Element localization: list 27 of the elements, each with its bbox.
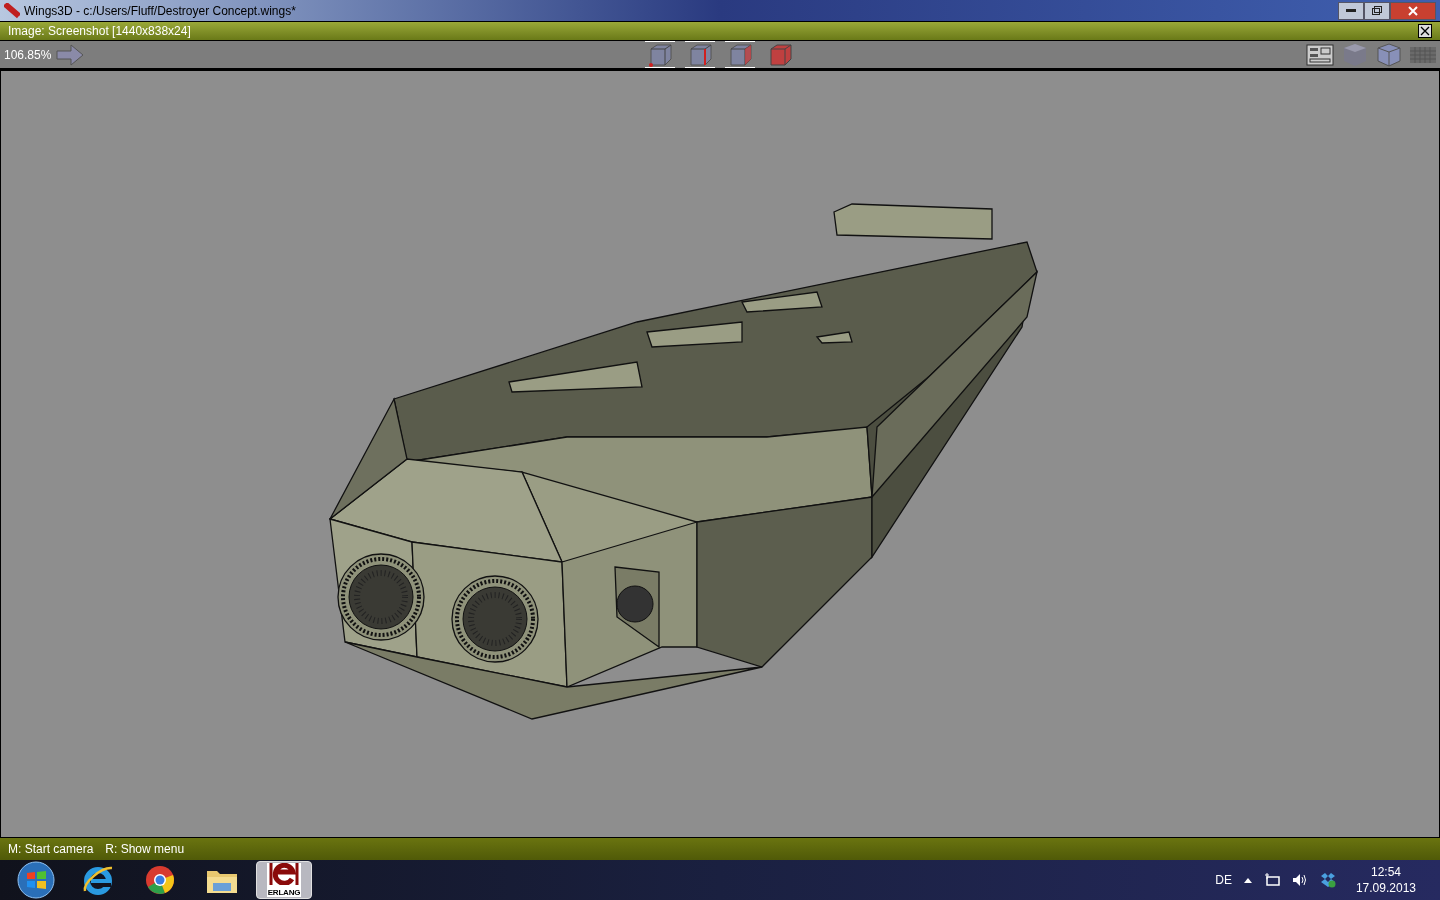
e-letter-icon [269, 863, 299, 885]
chrome-icon[interactable] [145, 865, 175, 895]
image-window-title: Image: Screenshot [1440x838x24] [8, 23, 191, 40]
box-icon[interactable] [1319, 872, 1336, 888]
network-icon[interactable] [1263, 873, 1280, 887]
close-icon [1420, 26, 1430, 36]
status-hint: M: Start camera [8, 841, 94, 858]
wings-logo-icon [4, 2, 20, 19]
restore-icon [1372, 6, 1382, 15]
minimize-icon [1346, 8, 1356, 13]
zoom-level: 106.85% [4, 46, 52, 64]
caret-up-icon[interactable] [1243, 877, 1252, 883]
close-button[interactable] [1418, 24, 1432, 38]
panel-icon[interactable] [1306, 43, 1334, 66]
close-button[interactable] [1390, 1, 1436, 20]
taskbar-button[interactable]: ERLANG [256, 861, 312, 899]
clock-time[interactable]: 12:54 [1370, 864, 1401, 880]
status-hint: R: Show menu [105, 841, 185, 858]
speaker-icon[interactable] [1291, 873, 1308, 887]
minimize-button[interactable] [1338, 1, 1364, 20]
language-indicator[interactable]: DE [1215, 871, 1232, 889]
maximize-button[interactable] [1364, 1, 1390, 20]
window-title: Wings3D - c:/Users/Fluff/Destroyer Concept.wings* [24, 2, 296, 20]
close-icon [1408, 5, 1418, 16]
erlang-label: ERLANG [267, 889, 301, 897]
clock-date[interactable]: 17.09.2013 [1355, 880, 1416, 896]
windows-logo-icon[interactable] [17, 861, 55, 899]
